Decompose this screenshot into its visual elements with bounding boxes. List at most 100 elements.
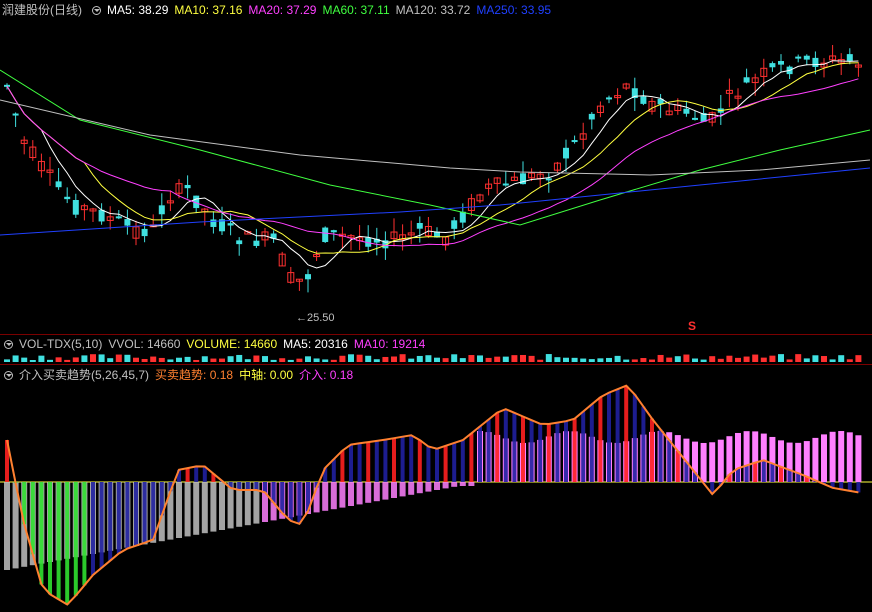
- trend-bar: [632, 394, 637, 482]
- entry-bar: [614, 442, 621, 482]
- volume-bar: [193, 359, 200, 362]
- entry-bar: [502, 438, 509, 482]
- volume-bar: [55, 357, 62, 362]
- trend-bar: [529, 420, 534, 482]
- trend-bar: [357, 443, 362, 482]
- volume-bar: [528, 355, 535, 362]
- volume-bar: [90, 354, 96, 362]
- trend-bar: [589, 404, 594, 482]
- trend-bar: [486, 419, 491, 482]
- candle-body: [606, 97, 612, 100]
- candle-body: [640, 96, 647, 104]
- candle-body: [795, 56, 802, 59]
- entry-bar: [391, 482, 397, 498]
- volume-bar: [769, 355, 776, 362]
- trend-bar: [91, 482, 95, 575]
- entry-bar: [829, 431, 836, 482]
- volume-bar: [21, 357, 28, 362]
- volume-bar: [795, 354, 802, 362]
- trend-menu-icon[interactable]: [4, 370, 13, 380]
- trend-bar: [65, 482, 70, 605]
- entry-bar: [692, 441, 698, 482]
- entry-bar: [348, 482, 354, 506]
- volume-bar: [537, 359, 544, 362]
- candle-body: [124, 219, 131, 226]
- volume-bar: [382, 356, 389, 362]
- entry-bar: [244, 482, 251, 526]
- entry-bar: [778, 440, 784, 482]
- volume-bar: [760, 357, 767, 362]
- entry-bar: [597, 440, 604, 482]
- candle-body: [502, 183, 509, 186]
- candle-body: [64, 196, 71, 200]
- trend-bar: [572, 418, 577, 482]
- entry-bar: [700, 442, 707, 482]
- price-chart[interactable]: [0, 0, 872, 334]
- entry-bar: [416, 482, 423, 494]
- volume-bar: [838, 355, 845, 362]
- ma-line: [6, 62, 859, 254]
- entry-bar: [477, 431, 483, 482]
- volume-bar: [236, 354, 243, 362]
- entry-bar: [846, 432, 853, 482]
- candle-body: [588, 113, 595, 120]
- trend-bar: [830, 482, 835, 488]
- candle-body: [322, 227, 329, 243]
- volume-bar: [210, 358, 217, 362]
- trend-bar: [796, 473, 801, 482]
- trend-bar: [736, 468, 740, 482]
- volume-bar: [511, 355, 518, 362]
- volume-bar: [416, 355, 423, 362]
- volume-bar: [279, 358, 286, 362]
- volume-bar: [563, 357, 569, 362]
- trend-bar: [435, 448, 439, 482]
- trend-bar: [99, 482, 104, 568]
- candle-body: [236, 240, 243, 245]
- trend-bar: [185, 468, 190, 482]
- entry-bar: [296, 482, 303, 516]
- volume-bar: [348, 354, 354, 362]
- volume-bar: [296, 358, 303, 362]
- volume-bar: [72, 357, 79, 362]
- trend-bar: [804, 476, 809, 482]
- trend-bar: [701, 482, 706, 484]
- entry-bar: [709, 442, 716, 482]
- trend-bar: [151, 482, 156, 540]
- volume-bar: [726, 355, 733, 362]
- volume-bar: [442, 358, 449, 362]
- entry-bar: [12, 482, 19, 569]
- volume-menu-icon[interactable]: [4, 339, 13, 349]
- volume-bar: [184, 356, 191, 362]
- trend-bar: [658, 429, 663, 482]
- trend-bar: [142, 482, 147, 543]
- trend-bar: [426, 446, 431, 482]
- ind-axis: 中轴: 0.00: [239, 368, 294, 382]
- volume-bar: [12, 355, 19, 362]
- entry-bar: [210, 482, 217, 532]
- volume-bar: [649, 359, 655, 362]
- candle-body: [12, 113, 19, 116]
- entry-bar: [236, 482, 243, 527]
- trend-bar: [108, 482, 113, 561]
- trend-bar: [495, 412, 500, 482]
- entry-bar: [176, 482, 182, 538]
- volume-bar: [502, 356, 509, 362]
- entry-bar: [219, 482, 225, 530]
- entry-bar: [743, 431, 750, 482]
- volume-bar: [38, 355, 45, 362]
- trend-bar: [56, 482, 61, 600]
- candle-body: [158, 205, 165, 215]
- trend-bar: [220, 480, 224, 482]
- volume-bar: [743, 356, 750, 362]
- entry-bar: [287, 482, 294, 518]
- entry-bar: [305, 482, 311, 514]
- entry-bar: [201, 482, 208, 534]
- entry-bar: [270, 482, 277, 521]
- trend-bar: [598, 397, 603, 482]
- entry-bar: [21, 482, 28, 567]
- volume-bar: [29, 359, 36, 362]
- trend-bar: [624, 385, 629, 482]
- volume-bar: [201, 356, 208, 362]
- trend-title: 介入买卖趋势(5,26,45,7): [19, 368, 150, 382]
- volume-bar: [434, 357, 440, 362]
